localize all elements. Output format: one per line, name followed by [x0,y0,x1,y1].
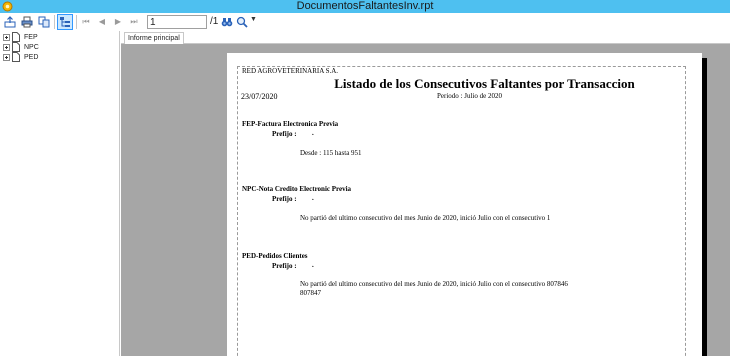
toggle-group-tree-button[interactable] [57,14,73,30]
document-icon [12,42,20,52]
toolbar-separator [54,15,55,29]
report-frame [237,66,686,356]
expand-icon[interactable] [3,53,10,61]
tree-item-label: PED [24,53,39,61]
previous-page-button[interactable]: ◀ [94,14,110,30]
toolbar: ⏮ ◀ ▶ ⏭ /1 ▼ [0,13,730,31]
prefix-value: . [312,194,314,202]
zoom-icon [236,16,248,28]
report-page: RED AGROVETERINARIA S.A. Listado de los … [227,53,702,356]
group-tree-panel: FEP NPC PED [0,31,120,356]
tree-item-label: FEP [24,33,38,41]
zoom-button[interactable] [234,14,250,30]
find-text-button[interactable] [219,14,235,30]
section-detail: No partió del ultimo consecutivo del mes… [300,214,551,222]
previous-page-icon: ◀ [98,17,106,26]
section-detail: Desde : 115 hasta 951 [300,149,362,157]
last-page-icon: ⏭ [130,17,138,26]
prefix-label: Prefijo : [272,130,297,138]
prefix-value: . [312,129,314,137]
first-page-button[interactable]: ⏮ [78,14,94,30]
print-icon [21,16,33,28]
prefix-value: . [312,261,314,269]
export-button[interactable] [2,14,18,30]
section-detail: No partió del ultimo consecutivo del mes… [300,280,568,288]
next-page-icon: ▶ [114,17,122,26]
expand-icon[interactable] [3,43,10,51]
report-preview-area[interactable]: RED AGROVETERINARIA S.A. Listado de los … [121,44,730,356]
tab-strip: Informe principal [121,31,730,44]
section-detail-continuation: 807847 [300,289,321,297]
print-button[interactable] [19,14,35,30]
report-title: Listado de los Consecutivos Faltantes po… [334,76,635,91]
tab-informe-principal[interactable]: Informe principal [124,32,184,44]
tree-item-label: NPC [24,43,39,51]
tree-item-fep[interactable]: FEP [3,32,38,42]
section-heading: NPC-Nota Credito Electronic Previa [242,185,352,193]
document-icon [12,52,20,62]
company-name: RED AGROVETERINARIA S.A. [242,67,339,75]
first-page-icon: ⏮ [82,17,90,26]
expand-icon[interactable] [3,33,10,41]
window-title: DocumentosFaltantesInv.rpt [296,0,434,12]
report-date: 23/07/2020 [241,92,278,101]
export-icon [4,16,16,28]
binoculars-icon [221,18,233,27]
prefix-label: Prefijo : [272,262,297,270]
last-page-button[interactable]: ⏭ [126,14,142,30]
toolbar-separator [76,15,77,29]
section-heading: FEP-Factura Electronica Previa [242,120,339,128]
title-bar: DocumentosFaltantesInv.rpt [0,0,730,13]
tree-item-npc[interactable]: NPC [3,42,39,52]
page-number-input[interactable] [147,15,207,29]
page-total-label: /1 [210,16,219,27]
report-period: Periodo : Julio de 2020 [437,92,502,100]
document-icon [12,32,20,42]
copy-button[interactable] [36,14,52,30]
prefix-label: Prefijo : [272,195,297,203]
copy-icon [38,16,50,28]
tree-item-ped[interactable]: PED [3,52,38,62]
group-tree-icon [60,17,70,27]
next-page-button[interactable]: ▶ [110,14,126,30]
section-heading: PED-Pedidos Clientes [242,252,308,260]
zoom-dropdown-arrow-icon[interactable]: ▼ [250,16,257,23]
